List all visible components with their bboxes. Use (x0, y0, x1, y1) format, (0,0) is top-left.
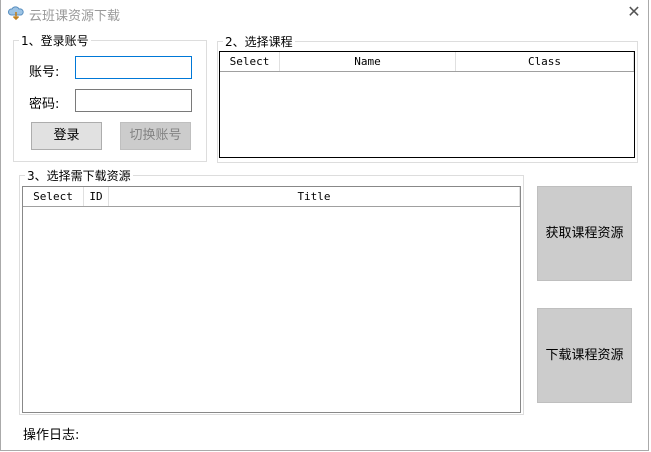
close-button[interactable]: ✕ (625, 2, 643, 21)
course-legend: 2、选择课程 (223, 33, 295, 50)
column-select[interactable]: Select (220, 52, 280, 71)
password-label: 密码: (29, 97, 60, 112)
app-window: 云班课资源下载 ✕ 1、登录账号 账号: 密码: 登录 切换账号 2、选择课程 … (0, 0, 649, 451)
switch-account-button[interactable]: 切换账号 (120, 122, 191, 150)
login-button[interactable]: 登录 (31, 122, 102, 150)
resource-legend: 3、选择需下载资源 (25, 167, 133, 184)
column-title[interactable]: Title (109, 187, 520, 206)
resource-table[interactable]: Select ID Title (22, 186, 521, 413)
column-select[interactable]: Select (23, 187, 84, 206)
account-label: 账号: (29, 65, 60, 80)
login-legend: 1、登录账号 (19, 32, 91, 49)
course-group: 2、选择课程 Select Name Class (217, 33, 638, 163)
course-table[interactable]: Select Name Class (219, 51, 635, 158)
fetch-resources-button[interactable]: 获取课程资源 (537, 186, 632, 281)
column-class[interactable]: Class (456, 52, 634, 71)
cloud-download-icon (8, 6, 24, 21)
resource-group: 3、选择需下载资源 Select ID Title (19, 167, 524, 415)
login-group: 1、登录账号 账号: 密码: 登录 切换账号 (13, 32, 207, 162)
password-input[interactable] (75, 89, 192, 112)
window-title: 云班课资源下载 (29, 9, 121, 24)
download-resources-button[interactable]: 下载课程资源 (537, 308, 632, 403)
account-input[interactable] (75, 56, 192, 79)
column-name[interactable]: Name (280, 52, 456, 71)
log-label: 操作日志: (23, 428, 80, 443)
column-id[interactable]: ID (84, 187, 109, 206)
